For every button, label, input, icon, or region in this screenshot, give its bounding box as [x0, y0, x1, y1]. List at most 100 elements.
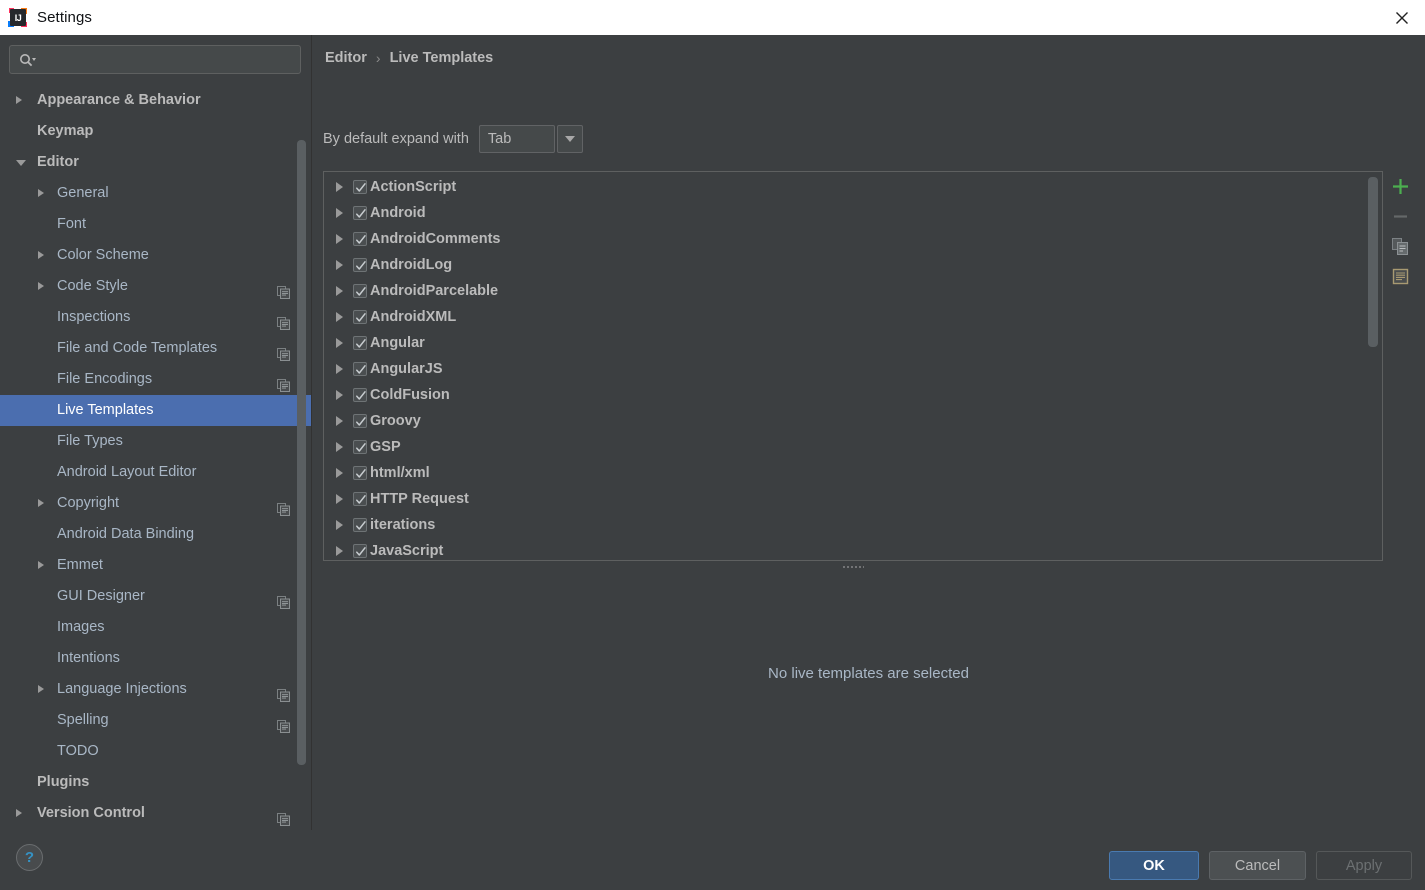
expand-with-value[interactable]: Tab [478, 125, 555, 153]
copy-settings-icon[interactable] [277, 683, 290, 702]
chevron-right-icon[interactable] [336, 468, 343, 478]
chevron-right-icon[interactable] [336, 546, 343, 556]
chevron-right-icon[interactable] [336, 416, 343, 426]
checkbox-icon[interactable] [353, 310, 367, 324]
sidebar-item-emmet[interactable]: Emmet [0, 550, 312, 581]
copy-settings-icon[interactable] [277, 342, 290, 361]
table-row[interactable]: AndroidXML [324, 304, 1366, 330]
chevron-right-icon[interactable] [336, 494, 343, 504]
table-row[interactable]: AndroidParcelable [324, 278, 1366, 304]
chevron-right-icon[interactable] [38, 499, 44, 507]
chevron-right-icon[interactable] [336, 312, 343, 322]
checkbox-icon[interactable] [353, 440, 367, 454]
sidebar-item-live-templates[interactable]: Live Templates [0, 395, 312, 426]
checkbox-icon[interactable] [353, 180, 367, 194]
chevron-right-icon[interactable] [16, 809, 22, 817]
ok-button[interactable]: OK [1109, 851, 1199, 880]
table-row[interactable]: AndroidLog [324, 252, 1366, 278]
checkbox-icon[interactable] [353, 284, 367, 298]
sidebar-item-file-encodings[interactable]: File Encodings [0, 364, 312, 395]
table-row[interactable]: iterations [324, 512, 1366, 538]
copy-settings-icon[interactable] [277, 497, 290, 516]
help-icon[interactable]: ? [16, 844, 43, 871]
copy-settings-icon[interactable] [277, 280, 290, 299]
checkbox-icon[interactable] [353, 388, 367, 402]
chevron-right-icon[interactable] [336, 364, 343, 374]
sidebar-item-general[interactable]: General [0, 178, 312, 209]
chevron-right-icon[interactable] [336, 520, 343, 530]
copy-settings-icon[interactable] [277, 590, 290, 609]
templates-scrollbar-track[interactable] [1368, 174, 1380, 558]
checkbox-icon[interactable] [353, 336, 367, 350]
sidebar-item-file-and-code-templates[interactable]: File and Code Templates [0, 333, 312, 364]
sidebar-item-color-scheme[interactable]: Color Scheme [0, 240, 312, 271]
sidebar-item-inspections[interactable]: Inspections [0, 302, 312, 333]
chevron-right-icon[interactable] [336, 442, 343, 452]
add-button[interactable] [1384, 171, 1416, 201]
chevron-down-icon[interactable] [556, 125, 583, 153]
sidebar-item-spelling[interactable]: Spelling [0, 705, 312, 736]
close-icon[interactable] [1379, 0, 1425, 35]
search-icon[interactable] [19, 53, 36, 67]
chevron-right-icon[interactable] [336, 390, 343, 400]
search-input[interactable] [36, 52, 300, 67]
checkbox-icon[interactable] [353, 232, 367, 246]
sidebar-item-images[interactable]: Images [0, 612, 312, 643]
sidebar-item-font[interactable]: Font [0, 209, 312, 240]
sidebar-item-file-types[interactable]: File Types [0, 426, 312, 457]
copy-settings-icon[interactable] [277, 807, 290, 826]
sidebar-item-android-layout-editor[interactable]: Android Layout Editor [0, 457, 312, 488]
checkbox-icon[interactable] [353, 258, 367, 272]
table-row[interactable]: GSP [324, 434, 1366, 460]
table-row[interactable]: Groovy [324, 408, 1366, 434]
table-row[interactable]: Angular [324, 330, 1366, 356]
checkbox-icon[interactable] [353, 544, 367, 558]
sidebar-item-copyright[interactable]: Copyright [0, 488, 312, 519]
sidebar-item-todo[interactable]: TODO [0, 736, 312, 767]
chevron-right-icon[interactable] [16, 96, 22, 104]
checkbox-icon[interactable] [353, 492, 367, 506]
sidebar-scrollbar-thumb[interactable] [297, 140, 306, 765]
copy-settings-icon[interactable] [277, 311, 290, 330]
checkbox-icon[interactable] [353, 206, 367, 220]
sidebar-item-version-control[interactable]: Version Control [0, 798, 312, 829]
table-row[interactable]: AndroidComments [324, 226, 1366, 252]
table-row[interactable]: AngularJS [324, 356, 1366, 382]
sidebar-item-gui-designer[interactable]: GUI Designer [0, 581, 312, 612]
chevron-right-icon[interactable] [336, 234, 343, 244]
sidebar-scrollbar-track[interactable] [297, 85, 309, 825]
chevron-right-icon[interactable] [336, 260, 343, 270]
sidebar-item-plugins[interactable]: Plugins [0, 767, 312, 798]
copy-icon[interactable] [1384, 231, 1416, 261]
copy-settings-icon[interactable] [277, 714, 290, 733]
sidebar-item-editor[interactable]: Editor [0, 147, 312, 178]
document-lines-icon[interactable] [1384, 261, 1416, 291]
cancel-button[interactable]: Cancel [1209, 851, 1306, 880]
chevron-right-icon[interactable] [38, 282, 44, 290]
panel-splitter[interactable] [323, 562, 1383, 571]
templates-scrollbar-thumb[interactable] [1368, 177, 1378, 347]
sidebar-item-android-data-binding[interactable]: Android Data Binding [0, 519, 312, 550]
sidebar-item-code-style[interactable]: Code Style [0, 271, 312, 302]
checkbox-icon[interactable] [353, 466, 367, 480]
checkbox-icon[interactable] [353, 414, 367, 428]
sidebar-item-language-injections[interactable]: Language Injections [0, 674, 312, 705]
chevron-right-icon[interactable] [336, 286, 343, 296]
remove-button[interactable] [1384, 201, 1416, 231]
copy-settings-icon[interactable] [277, 373, 290, 392]
chevron-right-icon[interactable] [38, 685, 44, 693]
sidebar-item-keymap[interactable]: Keymap [0, 116, 312, 147]
breadcrumb-parent[interactable]: Editor [325, 50, 367, 66]
table-row[interactable]: ActionScript [324, 174, 1366, 200]
table-row[interactable]: ColdFusion [324, 382, 1366, 408]
chevron-right-icon[interactable] [336, 182, 343, 192]
chevron-right-icon[interactable] [38, 561, 44, 569]
table-row[interactable]: html/xml [324, 460, 1366, 486]
chevron-right-icon[interactable] [38, 251, 44, 259]
table-row[interactable]: HTTP Request [324, 486, 1366, 512]
checkbox-icon[interactable] [353, 518, 367, 532]
chevron-right-icon[interactable] [336, 208, 343, 218]
chevron-down-icon[interactable] [16, 160, 26, 166]
sidebar-item-intentions[interactable]: Intentions [0, 643, 312, 674]
search-box[interactable] [9, 45, 301, 74]
